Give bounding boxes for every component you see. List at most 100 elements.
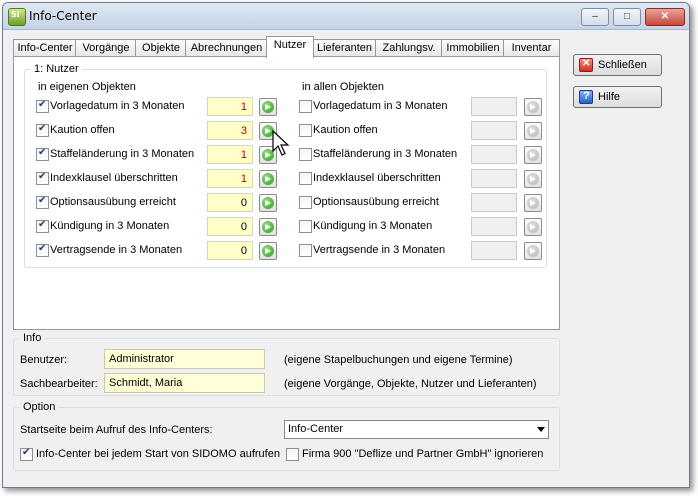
right-go-button-indexklausel[interactable] xyxy=(524,170,542,188)
tab-info-center[interactable]: Info-Center xyxy=(13,39,77,57)
left-label-kaution: Kaution offen xyxy=(50,124,115,136)
tab-lieferanten[interactable]: Lieferanten xyxy=(312,39,377,57)
go-button-kuendigung[interactable] xyxy=(259,218,277,236)
arrow-right-icon xyxy=(262,197,274,209)
tab-zahlungsv[interactable]: Zahlungsv. xyxy=(375,39,443,57)
right-go-button-staffelaenderung[interactable] xyxy=(524,146,542,164)
right-label-optionsausuebung: Optionsausübung erreicht xyxy=(313,196,439,208)
go-button-indexklausel[interactable] xyxy=(259,170,277,188)
autostart-label: Info-Center bei jedem Start von SIDOMO a… xyxy=(36,448,280,460)
right-checkbox-kaution[interactable] xyxy=(299,124,312,137)
sachbearbeiter-note: (eigene Vorgänge, Objekte, Nutzer und Li… xyxy=(284,378,537,390)
nutzer-tab-panel: 1: Nutzer in eigenen Objekten in allen O… xyxy=(13,56,560,330)
left-label-vertragsende: Vertragsende in 3 Monaten xyxy=(50,244,183,256)
right-go-button-optionsausuebung[interactable] xyxy=(524,194,542,212)
arrow-right-icon xyxy=(527,221,539,233)
left-checkbox-optionsausuebung[interactable] xyxy=(36,195,49,209)
benutzer-note: (eigene Stapelbuchungen und eigene Termi… xyxy=(284,354,513,366)
right-label-kaution: Kaution offen xyxy=(313,124,378,136)
left-checkbox-staffelaenderung[interactable] xyxy=(36,147,49,161)
arrow-right-icon xyxy=(527,101,539,113)
left-label-kuendigung: Kündigung in 3 Monaten xyxy=(50,220,170,232)
value-vertragsende: 0 xyxy=(207,241,253,260)
tab-objekte[interactable]: Objekte xyxy=(135,39,187,57)
startseite-label: Startseite beim Aufruf des Info-Centers: xyxy=(20,424,213,436)
left-checkbox-vorlagedatum[interactable] xyxy=(36,99,49,113)
right-label-kuendigung: Kündigung in 3 Monaten xyxy=(313,220,433,232)
right-value-optionsausuebung xyxy=(471,193,517,212)
maximize-button[interactable]: □ xyxy=(613,8,641,26)
arrow-right-icon xyxy=(527,245,539,257)
sachbearbeiter-label: Sachbearbeiter: xyxy=(20,378,98,390)
sachbearbeiter-field[interactable]: Schmidt, Maria xyxy=(104,373,265,393)
benutzer-field[interactable]: Administrator xyxy=(104,349,265,369)
right-go-button-vertragsende[interactable] xyxy=(524,242,542,260)
right-go-button-vorlagedatum[interactable] xyxy=(524,98,542,116)
left-checkbox-kaution[interactable] xyxy=(36,123,49,137)
arrow-right-icon xyxy=(527,149,539,161)
left-label-staffelaenderung: Staffeländerung in 3 Monaten xyxy=(50,148,195,160)
go-button-optionsausuebung[interactable] xyxy=(259,194,277,212)
go-button-vertragsende[interactable] xyxy=(259,242,277,260)
right-checkbox-vorlagedatum[interactable] xyxy=(299,100,312,113)
right-checkbox-optionsausuebung[interactable] xyxy=(299,196,312,209)
right-value-vertragsende xyxy=(471,241,517,260)
mouse-cursor-icon xyxy=(272,129,290,156)
app-icon: Si xyxy=(8,8,26,26)
right-checkbox-staffelaenderung[interactable] xyxy=(299,148,312,161)
arrow-right-icon xyxy=(262,173,274,185)
right-label-indexklausel: Indexklausel überschritten xyxy=(313,172,441,184)
startseite-select[interactable]: Info-Center xyxy=(284,420,549,439)
value-staffelaenderung: 1 xyxy=(207,145,253,164)
tab-nutzer[interactable]: Nutzer xyxy=(266,36,314,58)
left-label-optionsausuebung: Optionsausübung erreicht xyxy=(50,196,176,208)
autostart-checkbox[interactable] xyxy=(20,447,33,461)
tab-immobilien[interactable]: Immobilien xyxy=(441,39,505,57)
left-checkbox-vertragsende[interactable] xyxy=(36,243,49,257)
title-bar[interactable]: Si Info-Center – □ ✕ xyxy=(3,3,689,30)
close-window-button[interactable]: ✕ xyxy=(645,8,685,26)
arrow-right-icon xyxy=(262,101,274,113)
window-title: Info-Center xyxy=(29,9,97,23)
minimize-button[interactable]: – xyxy=(581,8,609,26)
arrow-right-icon xyxy=(527,125,539,137)
right-value-staffelaenderung xyxy=(471,145,517,164)
right-label-vorlagedatum: Vorlagedatum in 3 Monaten xyxy=(313,100,448,112)
arrow-right-icon xyxy=(527,173,539,185)
right-checkbox-indexklausel[interactable] xyxy=(299,172,312,185)
value-kaution: 3 xyxy=(207,121,253,140)
right-checkbox-kuendigung[interactable] xyxy=(299,220,312,233)
right-column-header: in allen Objekten xyxy=(302,81,384,93)
info-group-label: Info xyxy=(23,332,42,344)
tab-vorgaenge[interactable]: Vorgänge xyxy=(75,39,137,57)
tab-inventar[interactable]: Inventar xyxy=(503,39,560,57)
left-label-indexklausel: Indexklausel überschritten xyxy=(50,172,178,184)
ignore-firma-checkbox[interactable] xyxy=(286,448,299,461)
info-center-window: Si Info-Center – □ ✕ Info-Center Vorgäng… xyxy=(2,2,690,488)
ignore-firma-label: Firma 900 "Deflize und Partner GmbH" ign… xyxy=(302,448,544,460)
left-checkbox-kuendigung[interactable] xyxy=(36,219,49,233)
hilfe-button[interactable]: Hilfe xyxy=(573,86,662,108)
schliessen-button[interactable]: Schließen xyxy=(573,54,662,76)
app-icon-text: Si xyxy=(11,10,20,19)
close-icon xyxy=(579,58,593,72)
chevron-down-icon xyxy=(537,427,545,432)
left-checkbox-indexklausel[interactable] xyxy=(36,171,49,185)
right-checkbox-vertragsende[interactable] xyxy=(299,244,312,257)
arrow-right-icon xyxy=(527,197,539,209)
value-indexklausel: 1 xyxy=(207,169,253,188)
startseite-selected-value: Info-Center xyxy=(288,423,344,435)
go-button-vorlagedatum[interactable] xyxy=(259,98,277,116)
right-label-vertragsende: Vertragsende in 3 Monaten xyxy=(313,244,446,256)
right-go-button-kuendigung[interactable] xyxy=(524,218,542,236)
left-column-header: in eigenen Objekten xyxy=(38,81,136,93)
right-go-button-kaution[interactable] xyxy=(524,122,542,140)
tab-abrechnungen[interactable]: Abrechnungen xyxy=(185,39,268,57)
right-value-kaution xyxy=(471,121,517,140)
value-optionsausuebung: 0 xyxy=(207,193,253,212)
right-label-staffelaenderung: Staffeländerung in 3 Monaten xyxy=(313,148,458,160)
help-icon xyxy=(579,90,593,104)
option-group-label: Option xyxy=(23,401,56,413)
arrow-right-icon xyxy=(262,245,274,257)
right-value-indexklausel xyxy=(471,169,517,188)
